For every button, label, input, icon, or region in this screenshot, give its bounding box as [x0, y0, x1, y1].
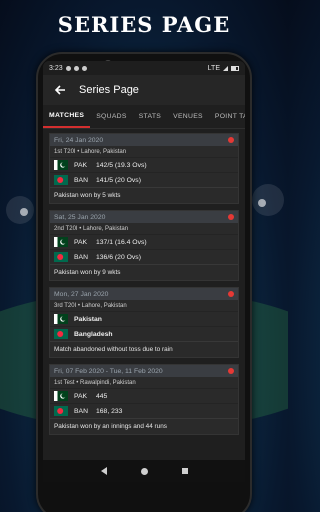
- status-dot-icon: [228, 368, 234, 374]
- match-date-header: Mon, 27 Jan 2020: [50, 288, 238, 300]
- pakistan-flag-icon: [54, 160, 68, 170]
- status-time: 3:23: [49, 64, 63, 72]
- status-dot-icon: [228, 137, 234, 143]
- pakistan-flag-icon: [54, 391, 68, 401]
- match-result: Pakistan won by 5 wkts: [50, 187, 238, 203]
- pakistan-flag-icon: [54, 314, 68, 324]
- team-code: PAK: [74, 161, 88, 169]
- match-card[interactable]: Fri, 24 Jan 2020 1st T20I • Lahore, Paki…: [49, 133, 239, 204]
- match-venue: 1st T20I • Lahore, Pakistan: [54, 149, 127, 155]
- bangladesh-flag-icon: [54, 406, 68, 416]
- team-name: Bangladesh: [74, 330, 113, 338]
- match-card[interactable]: Sat, 25 Jan 2020 2nd T20I • Lahore, Paki…: [49, 210, 239, 281]
- nav-recents-icon[interactable]: [181, 468, 188, 474]
- app-screen: 3:23 LTE Series Page MATCHES SQUADS STAT…: [43, 61, 245, 482]
- network-label: LTE: [207, 64, 220, 72]
- match-date: Sat, 25 Jan 2020: [54, 213, 106, 221]
- match-result: Pakistan won by 9 wkts: [50, 264, 238, 280]
- tab-venues[interactable]: VENUES: [167, 105, 209, 128]
- tab-bar: MATCHES SQUADS STATS VENUES POINT TA: [43, 105, 245, 129]
- team-score: 445: [96, 392, 108, 400]
- team-row: Pakistan: [50, 311, 238, 326]
- match-date-header: Fri, 24 Jan 2020: [50, 134, 238, 146]
- match-venue: 2nd T20I • Lahore, Pakistan: [54, 226, 129, 232]
- app-bar-title: Series Page: [79, 84, 139, 96]
- team-row: PAK 142/5 (19.3 Ovs): [50, 157, 238, 172]
- team-score: 136/6 (20 Ovs): [96, 253, 141, 261]
- team-code: PAK: [74, 238, 88, 246]
- team-code: BAN: [74, 253, 88, 261]
- match-date-header: Fri, 07 Feb 2020 - Tue, 11 Feb 2020: [50, 365, 238, 377]
- notification-icon: [81, 65, 87, 71]
- team-score: 168, 233: [96, 407, 123, 415]
- team-score: 142/5 (19.3 Ovs): [96, 161, 147, 169]
- team-row: BAN 168, 233: [50, 403, 238, 418]
- nav-back-icon[interactable]: [100, 467, 107, 475]
- settings-icon: [73, 65, 79, 71]
- team-row: BAN 141/5 (20 Ovs): [50, 172, 238, 187]
- match-date: Mon, 27 Jan 2020: [54, 290, 109, 298]
- tab-stats[interactable]: STATS: [133, 105, 167, 128]
- match-list: Fri, 24 Jan 2020 1st T20I • Lahore, Paki…: [43, 129, 245, 435]
- bangladesh-flag-icon: [54, 329, 68, 339]
- match-card[interactable]: Fri, 07 Feb 2020 - Tue, 11 Feb 2020 1st …: [49, 364, 239, 435]
- team-score: 141/5 (20 Ovs): [96, 176, 141, 184]
- match-card[interactable]: Mon, 27 Jan 2020 3rd T20I • Lahore, Paki…: [49, 287, 239, 358]
- bangladesh-flag-icon: [54, 175, 68, 185]
- team-row: Bangladesh: [50, 326, 238, 341]
- match-date: Fri, 07 Feb 2020 - Tue, 11 Feb 2020: [54, 367, 163, 375]
- match-venue: 1st Test • Rawalpindi, Pakistan: [54, 380, 136, 386]
- team-row: BAN 136/6 (20 Ovs): [50, 249, 238, 264]
- battery-icon: [231, 65, 239, 71]
- match-venue: 3rd T20I • Lahore, Pakistan: [54, 303, 127, 309]
- match-date: Fri, 24 Jan 2020: [54, 136, 104, 144]
- page-headline: SERIES PAGE: [57, 12, 231, 37]
- status-bar: 3:23 LTE: [43, 61, 245, 75]
- team-code: PAK: [74, 392, 88, 400]
- pakistan-flag-icon: [54, 237, 68, 247]
- tab-points-table[interactable]: POINT TA: [209, 105, 245, 128]
- tab-matches[interactable]: MATCHES: [43, 105, 91, 128]
- status-dot-icon: [228, 214, 234, 220]
- team-code: BAN: [74, 407, 88, 415]
- match-result: Pakistan won by an innings and 44 runs: [50, 418, 238, 434]
- app-bar: Series Page: [43, 75, 245, 105]
- tab-squads[interactable]: SQUADS: [90, 105, 133, 128]
- team-name: Pakistan: [74, 315, 102, 323]
- signal-icon: [223, 65, 228, 71]
- match-date-header: Sat, 25 Jan 2020: [50, 211, 238, 223]
- team-code: BAN: [74, 176, 88, 184]
- gear-icon: [65, 65, 71, 71]
- system-nav-bar: [43, 460, 245, 482]
- arrow-left-icon[interactable]: [53, 83, 67, 97]
- status-dot-icon: [228, 291, 234, 297]
- match-result: Match abandoned without toss due to rain: [50, 341, 238, 357]
- nav-home-icon[interactable]: [140, 467, 148, 475]
- team-row: PAK 137/1 (16.4 Ovs): [50, 234, 238, 249]
- bangladesh-flag-icon: [54, 252, 68, 262]
- team-score: 137/1 (16.4 Ovs): [96, 238, 147, 246]
- team-row: PAK 445: [50, 388, 238, 403]
